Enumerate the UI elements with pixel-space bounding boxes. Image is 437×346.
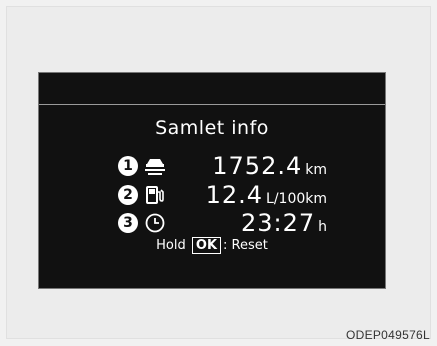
figure-code: ODEP049576L [345,328,430,342]
hint-suffix: : Reset [223,238,268,253]
row-number-badge: 3 [118,213,138,233]
distance-unit: km [305,162,327,178]
info-row-distance: 1 1752.4 km [39,152,385,180]
display-top-bar [39,73,385,105]
ok-button-glyph: OK [191,237,222,254]
time-number: 23:27 [240,209,316,237]
fuel-pump-icon [144,184,166,206]
display-title: Samlet info [155,117,269,139]
reset-hint: Hold OK: Reset [39,237,385,254]
fuel-number: 12.4 [205,181,264,209]
row-number-badge: 1 [118,156,138,176]
fuel-unit: L/100km [266,191,327,207]
car-distance-icon [144,155,166,177]
hint-prefix: Hold [156,238,186,253]
drive-time-value: 23:27 h [241,209,327,237]
distance-number: 1752.4 [212,152,303,180]
time-unit: h [318,219,327,235]
row-number-badge: 2 [118,185,138,205]
info-row-fuel: 2 12.4 L/100km [39,181,385,209]
info-row-time: 3 23:27 h [39,209,385,237]
clock-icon [144,212,166,234]
cluster-display: Samlet info 1 1752.4km 2 12.4L/100km 3 [38,72,386,289]
fuel-consumption-value: 12.4 L/100km [206,181,327,209]
distance-value: 1752.4 km [212,152,327,180]
